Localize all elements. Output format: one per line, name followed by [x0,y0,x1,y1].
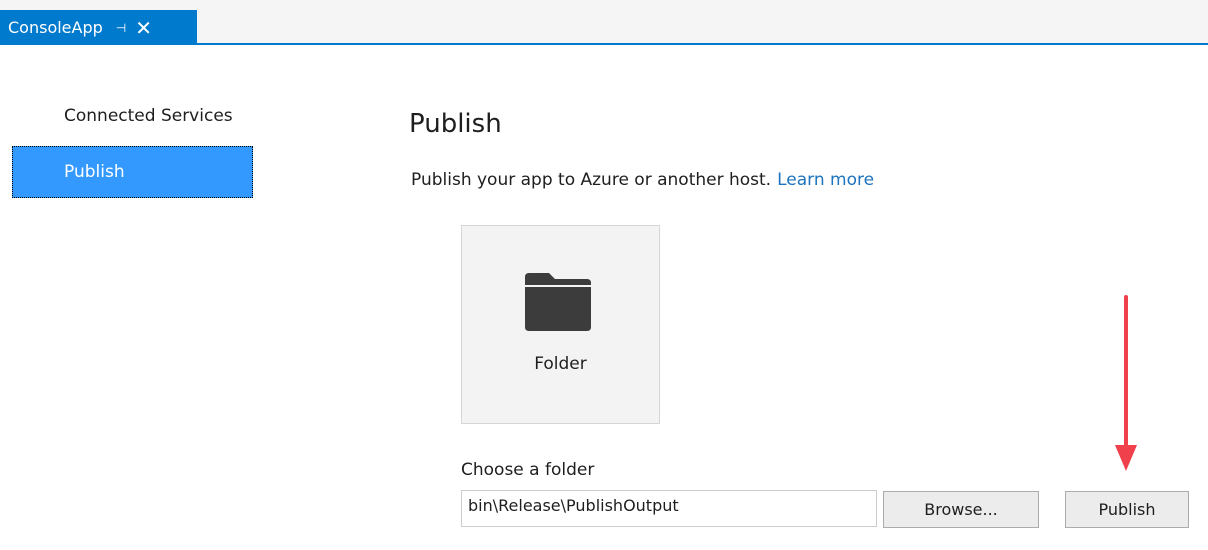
annotation-arrow [1115,295,1137,471]
publish-description: Publish your app to Azure or another hos… [411,170,874,190]
document-tab-strip: ConsoleApp ⊣ ✕ [0,0,1208,45]
close-icon[interactable]: ✕ [135,18,152,38]
description-text: Publish your app to Azure or another hos… [411,170,772,190]
sidebar-item-publish[interactable]: Publish [12,146,253,198]
tab-title: ConsoleApp [8,18,103,37]
folder-target-card[interactable]: Folder [461,225,660,424]
publish-button[interactable]: Publish [1065,491,1189,528]
sidebar-item-connected-services[interactable]: Connected Services [12,90,253,142]
learn-more-link[interactable]: Learn more [777,170,874,190]
folder-icon [525,273,591,331]
publish-page: Connected Services Publish Publish Publi… [0,45,1208,550]
sidebar-item-label: Connected Services [64,106,233,126]
page-title: Publish [409,109,502,139]
browse-button[interactable]: Browse... [883,491,1039,528]
pin-icon[interactable]: ⊣ [116,21,126,35]
folder-target-label: Folder [534,354,587,374]
tab-consoleapp[interactable]: ConsoleApp ⊣ ✕ [0,10,197,45]
folder-path-input[interactable] [461,490,877,527]
choose-folder-label: Choose a folder [461,460,595,480]
sidebar-item-label: Publish [64,162,125,182]
